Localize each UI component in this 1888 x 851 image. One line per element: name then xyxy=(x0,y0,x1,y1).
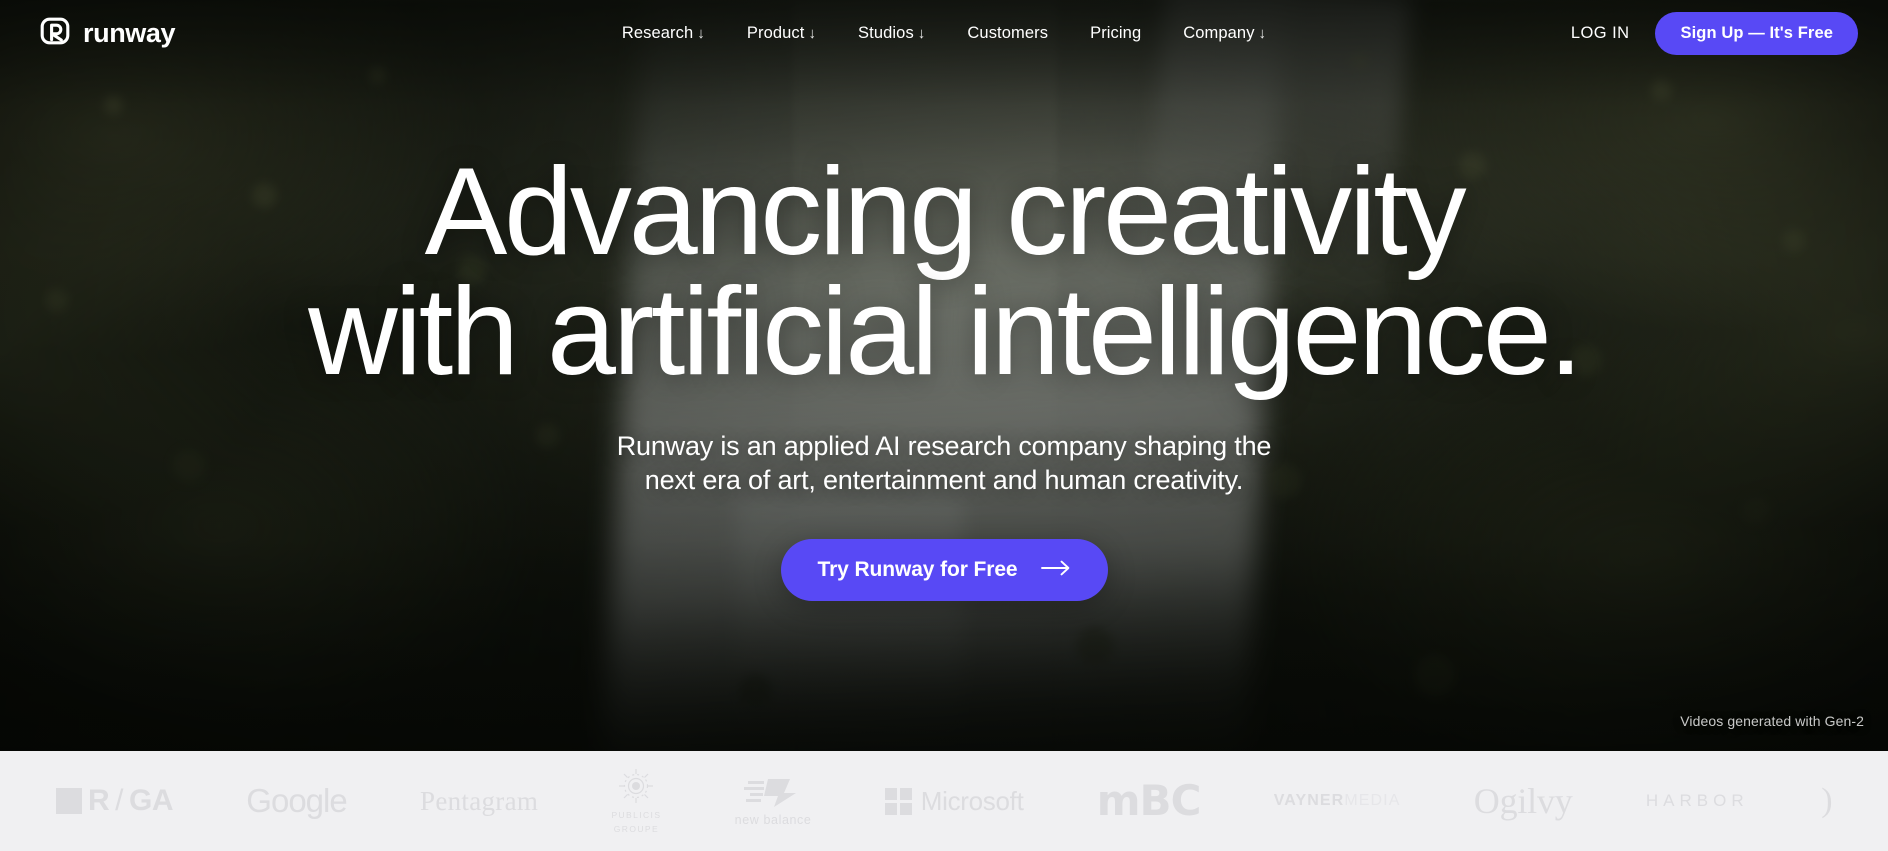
logo-rga: R / GA xyxy=(56,784,174,818)
main-navigation: runway Research ↓ Product ↓ Studios ↓ Cu… xyxy=(0,0,1888,66)
nav-actions: LOG IN Sign Up — It's Free xyxy=(1571,11,1858,55)
brand-logo-link[interactable]: runway xyxy=(40,16,176,51)
nav-item-customers-label: Customers xyxy=(967,23,1049,42)
nav-item-research-label: Research xyxy=(621,23,694,42)
logo-new-balance: new balance xyxy=(735,776,812,827)
runway-landing-page: runway Research ↓ Product ↓ Studios ↓ Cu… xyxy=(0,0,1888,851)
vayner-text-light: MEDIA xyxy=(1344,792,1401,809)
publicis-text-top: PUBLICIS xyxy=(611,809,662,820)
rga-text-slash: / xyxy=(115,784,124,817)
hero-section: runway Research ↓ Product ↓ Studios ↓ Cu… xyxy=(0,0,1888,751)
rga-text-r: R xyxy=(88,784,110,817)
nav-item-studios[interactable]: Studios ↓ xyxy=(858,24,925,43)
cta-label: Try Runway for Free xyxy=(817,557,1018,581)
logo-partial-cut-off: ) xyxy=(1822,782,1832,820)
logo-google: Google xyxy=(246,782,347,819)
hero-content: Advancing creativity with artificial int… xyxy=(0,0,1888,751)
hero-subheading-line-2: next era of art, entertainment and human… xyxy=(644,464,1244,495)
nav-item-company[interactable]: Company ↓ xyxy=(1183,24,1266,43)
hero-headline: Advancing creativity with artificial int… xyxy=(308,150,1583,402)
nav-item-studios-label: Studios xyxy=(858,23,914,42)
hero-headline-line-1: Advancing creativity xyxy=(424,143,1467,281)
try-runway-for-free-button[interactable]: Try Runway for Free xyxy=(780,538,1108,601)
arrow-right-icon xyxy=(1040,558,1071,582)
customer-logo-strip: R/GA Google Pentagram PUBLICIS GROUPE xyxy=(0,751,1888,851)
new-balance-text: new balance xyxy=(734,812,812,827)
logo-harbor: HARBOR xyxy=(1645,791,1749,810)
nav-item-pricing[interactable]: Pricing xyxy=(1090,24,1141,43)
microsoft-window-icon xyxy=(884,787,912,815)
logo-pentagram: Pentagram xyxy=(420,785,539,816)
hero-headline-line-2: with artificial intelligence. xyxy=(308,263,1583,402)
new-balance-n-icon xyxy=(744,776,802,810)
nav-links: Research ↓ Product ↓ Studios ↓ Customers… xyxy=(622,24,1266,43)
hero-subheading-line-1: Runway is an applied AI research company… xyxy=(616,430,1272,461)
nav-item-customers[interactable]: Customers xyxy=(967,24,1048,43)
runway-r-mark-icon xyxy=(40,16,70,51)
rga-text-ga: GA xyxy=(129,784,174,817)
nav-item-product-label: Product xyxy=(746,23,805,42)
brand-wordmark: runway xyxy=(83,17,176,48)
log-in-link[interactable]: LOG IN xyxy=(1571,24,1630,43)
video-credit-caption: Videos generated with Gen-2 xyxy=(1680,713,1864,729)
hero-subheading: Runway is an applied AI research company… xyxy=(617,429,1272,497)
chevron-down-icon: ↓ xyxy=(917,24,926,42)
rga-square-icon xyxy=(56,788,82,814)
vayner-text-bold: VAYNER xyxy=(1273,792,1345,809)
sign-up-button[interactable]: Sign Up — It's Free xyxy=(1655,11,1858,55)
chevron-down-icon: ↓ xyxy=(697,24,705,42)
logo-publicis-groupe: PUBLICIS GROUPE xyxy=(611,767,661,836)
publicis-text-bottom: GROUPE xyxy=(613,824,660,834)
publicis-sun-emblem-icon xyxy=(615,767,657,807)
microsoft-text: Microsoft xyxy=(920,785,1024,816)
logo-microsoft: Microsoft xyxy=(884,785,1024,817)
chevron-down-icon: ↓ xyxy=(1258,24,1267,42)
logo-mbc: mBC xyxy=(1096,776,1202,825)
logo-ogilvy: Ogilvy xyxy=(1473,781,1573,821)
nav-item-product[interactable]: Product ↓ xyxy=(747,24,816,43)
chevron-down-icon: ↓ xyxy=(808,24,817,42)
nav-item-company-label: Company xyxy=(1183,23,1255,42)
nav-item-research[interactable]: Research ↓ xyxy=(622,24,705,43)
nav-item-pricing-label: Pricing xyxy=(1090,23,1142,42)
logo-vaynermedia: VAYNER MEDIA xyxy=(1274,792,1401,810)
